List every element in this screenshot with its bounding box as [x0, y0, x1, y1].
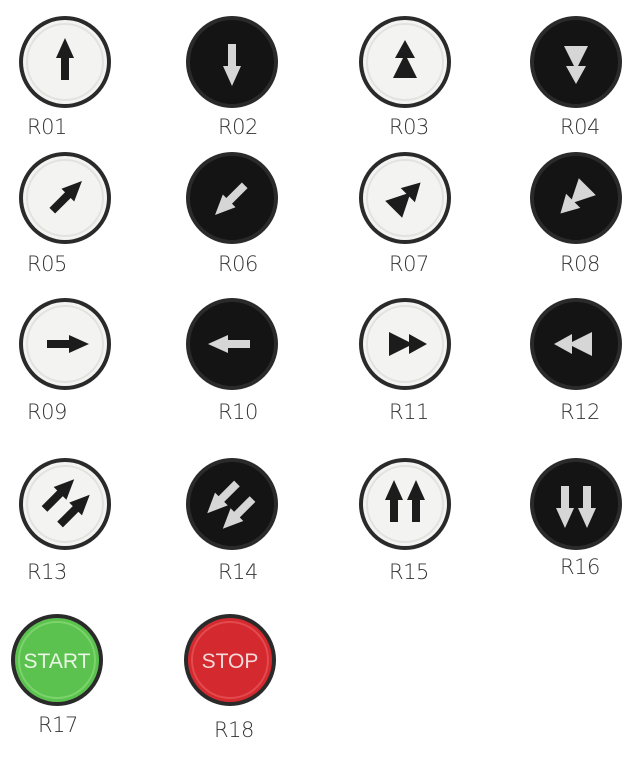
button-code-label: R09 [27, 400, 67, 424]
arrow-up-right-icon [19, 152, 111, 244]
button-code-label: R08 [560, 252, 600, 276]
double-triangle-down-icon [530, 16, 622, 108]
button-r15[interactable] [350, 454, 460, 554]
double-arrow-down-icon [530, 458, 622, 550]
double-triangle-left-icon [530, 298, 622, 390]
double-triangle-up-right-icon [359, 152, 451, 244]
double-triangle-up-icon [359, 16, 451, 108]
button-r05[interactable] [10, 148, 120, 248]
button-code-label: R02 [218, 115, 258, 139]
button-r12[interactable] [521, 294, 631, 394]
button-r07[interactable] [350, 148, 460, 248]
double-arrow-up-right-icon [19, 458, 111, 550]
button-code-label: R16 [560, 555, 600, 579]
arrow-up-icon [19, 16, 111, 108]
button-code-label: R03 [389, 115, 429, 139]
button-r01[interactable] [10, 12, 120, 112]
arrow-right-icon [19, 298, 111, 390]
double-arrow-up-icon [359, 458, 451, 550]
arrow-left-icon [186, 298, 278, 390]
double-triangle-down-left-icon [530, 152, 622, 244]
button-code-label: R18 [214, 718, 254, 742]
button-r13[interactable] [10, 454, 120, 554]
button-code-label: R11 [389, 400, 429, 424]
button-r11[interactable] [350, 294, 460, 394]
button-r06[interactable] [177, 148, 287, 248]
button-code-label: R13 [27, 560, 67, 584]
double-triangle-right-icon [359, 298, 451, 390]
start-label: START [24, 650, 91, 673]
button-r08[interactable] [521, 148, 631, 248]
button-code-label: R14 [218, 560, 258, 584]
button-code-label: R04 [560, 115, 600, 139]
start-text-icon: START [11, 614, 103, 706]
button-r14[interactable] [177, 454, 287, 554]
button-code-label: R17 [38, 713, 78, 737]
button-code-label: R05 [27, 252, 67, 276]
double-arrow-down-left-icon [186, 458, 278, 550]
button-code-label: R10 [218, 400, 258, 424]
stop-text-icon: STOP [184, 614, 276, 706]
button-code-label: R15 [389, 560, 429, 584]
button-r04[interactable] [521, 12, 631, 112]
arrow-down-icon [186, 16, 278, 108]
button-code-label: R07 [389, 252, 429, 276]
arrow-down-left-icon [186, 152, 278, 244]
start-button[interactable]: START [2, 610, 112, 710]
stop-label: STOP [202, 650, 259, 673]
button-code-label: R01 [27, 115, 67, 139]
button-r09[interactable] [10, 294, 120, 394]
button-code-label: R12 [560, 400, 600, 424]
button-r16[interactable] [521, 454, 631, 554]
button-r03[interactable] [350, 12, 460, 112]
button-r10[interactable] [177, 294, 287, 394]
stop-button[interactable]: STOP [175, 610, 285, 710]
button-r02[interactable] [177, 12, 287, 112]
button-code-label: R06 [218, 252, 258, 276]
